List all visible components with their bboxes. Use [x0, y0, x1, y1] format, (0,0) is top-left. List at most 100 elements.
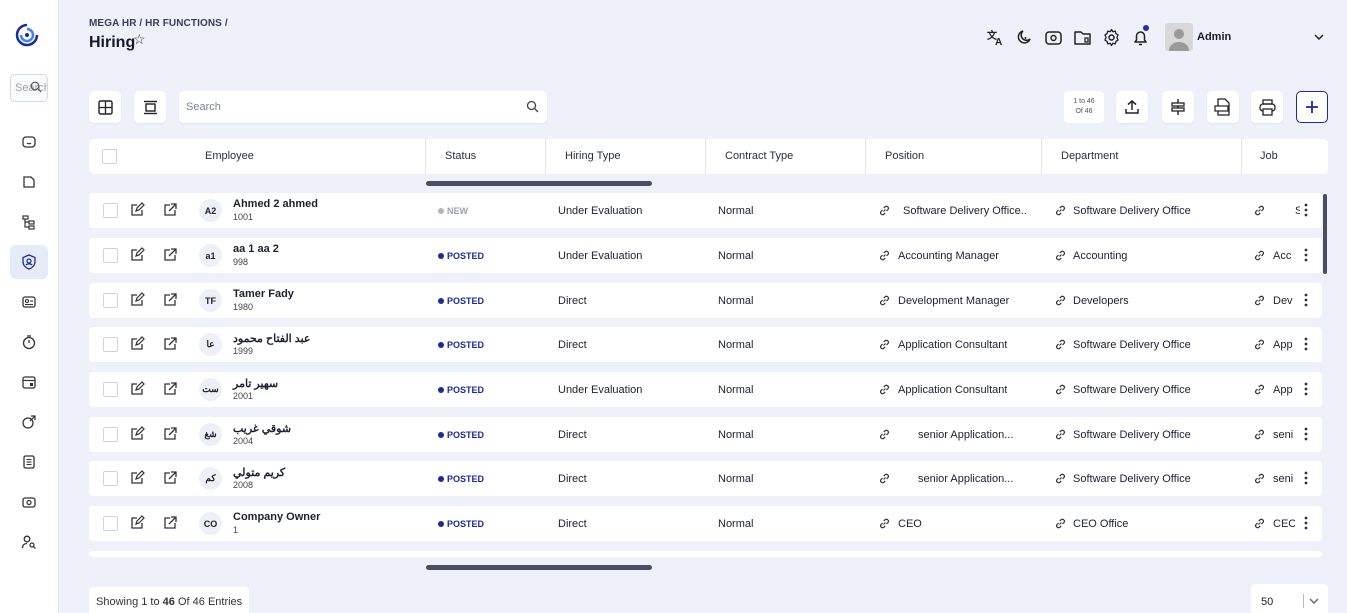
link-icon[interactable] [1054, 294, 1067, 310]
job-cell[interactable]: seni [1273, 429, 1293, 441]
sidebar-item-calendar[interactable] [10, 365, 48, 399]
table-row[interactable]: A2 Ahmed 2 ahmed 1001 NEW Under Evaluation No… [89, 193, 1322, 228]
sidebar-item-camera[interactable] [10, 485, 48, 519]
employee-name[interactable]: كريم متولي [233, 466, 285, 479]
link-icon[interactable] [878, 383, 891, 399]
sidebar-search[interactable]: Search [10, 74, 48, 102]
job-cell[interactable]: S [1295, 205, 1300, 217]
link-icon[interactable] [1054, 383, 1067, 399]
table-row[interactable]: CO Company Owner 1 POSTED Direct Normal CEO CEO… [89, 506, 1322, 541]
more-options-icon[interactable] [1302, 292, 1310, 311]
favorite-star-icon[interactable]: ☆ [133, 31, 146, 48]
employee-name[interactable]: Tamer Fady [233, 288, 294, 300]
edit-icon[interactable] [129, 336, 145, 355]
row-checkbox[interactable] [103, 203, 118, 218]
avatar[interactable] [1165, 23, 1193, 51]
link-icon[interactable] [878, 204, 891, 220]
row-checkbox[interactable] [103, 471, 118, 486]
link-icon[interactable] [1253, 294, 1266, 310]
search-input[interactable] [179, 91, 509, 123]
link-icon[interactable] [878, 428, 891, 444]
position-cell[interactable]: senior Application... [918, 473, 1013, 485]
column-header-hiring-type[interactable]: Hiring Type [565, 150, 620, 162]
department-cell[interactable]: Developers [1073, 295, 1129, 307]
edit-icon[interactable] [129, 470, 145, 489]
column-header-job[interactable]: Job [1260, 150, 1278, 162]
sidebar-item-org-chart[interactable] [10, 205, 48, 239]
link-icon[interactable] [1054, 338, 1067, 354]
search-icon[interactable] [526, 100, 539, 113]
theme-toggle-button[interactable] [1014, 27, 1035, 48]
link-icon[interactable] [878, 338, 891, 354]
link-icon[interactable] [1054, 517, 1067, 533]
export-button[interactable] [1207, 91, 1239, 123]
sidebar-item-folder[interactable] [10, 165, 48, 199]
position-cell[interactable]: Application Consultant [898, 384, 1007, 396]
table-view-button[interactable] [89, 91, 121, 123]
add-button[interactable] [1296, 91, 1328, 123]
translate-button[interactable]: 文A [985, 27, 1006, 48]
job-cell[interactable]: seni [1273, 473, 1293, 485]
edit-icon[interactable] [129, 202, 145, 221]
department-cell[interactable]: Accounting [1073, 250, 1127, 262]
employee-name[interactable]: سهير تامر [233, 377, 278, 390]
camera-button[interactable] [1043, 27, 1064, 48]
edit-icon[interactable] [129, 381, 145, 400]
job-cell[interactable]: Acc [1273, 250, 1291, 262]
job-cell[interactable]: App [1273, 384, 1293, 396]
link-icon[interactable] [878, 294, 891, 310]
link-icon[interactable] [1253, 204, 1266, 220]
sidebar-item-id-card[interactable] [10, 285, 48, 319]
folder-button[interactable] [1072, 27, 1093, 48]
chevron-down-icon[interactable] [1313, 32, 1325, 42]
sidebar-item-hiring[interactable] [10, 245, 48, 279]
card-view-button[interactable] [134, 91, 166, 123]
row-checkbox[interactable] [103, 516, 118, 531]
employee-name[interactable]: Ahmed 2 ahmed [233, 198, 318, 210]
row-checkbox[interactable] [103, 293, 118, 308]
department-cell[interactable]: Software Delivery Office [1073, 473, 1191, 485]
upload-button[interactable] [1116, 91, 1148, 123]
edit-icon[interactable] [129, 426, 145, 445]
sidebar-item-documents[interactable] [10, 445, 48, 479]
row-checkbox[interactable] [103, 427, 118, 442]
sidebar-item-home[interactable] [10, 125, 48, 159]
more-options-icon[interactable] [1302, 381, 1310, 400]
sidebar-item-timer[interactable] [10, 325, 48, 359]
column-header-department[interactable]: Department [1061, 150, 1118, 162]
app-logo[interactable] [14, 22, 40, 48]
open-external-icon[interactable] [162, 292, 178, 311]
employee-name[interactable]: aa 1 aa 2 [233, 243, 279, 255]
table-row[interactable]: a1 aa 1 aa 2 998 POSTED Under Evaluation Norm… [89, 238, 1322, 273]
column-header-employee[interactable]: Employee [205, 150, 254, 162]
table-row[interactable]: كم كريم متولي 2008 POSTED Direct Normal senior… [89, 461, 1322, 496]
link-icon[interactable] [1253, 472, 1266, 488]
table-row[interactable]: TF Tamer Fady 1980 POSTED Direct Normal Develo… [89, 283, 1322, 318]
more-options-icon[interactable] [1302, 470, 1310, 489]
more-options-icon[interactable] [1302, 247, 1310, 266]
position-cell[interactable]: Application Consultant [898, 339, 1007, 351]
breadcrumb[interactable]: MEGA HR / HR FUNCTIONS / [89, 18, 228, 29]
job-cell[interactable]: CEC [1273, 518, 1295, 530]
position-cell[interactable]: Accounting Manager [898, 250, 999, 262]
more-options-icon[interactable] [1302, 336, 1310, 355]
column-header-contract-type[interactable]: Contract Type [725, 150, 793, 162]
notifications-button[interactable] [1130, 25, 1151, 48]
table-row[interactable]: شغ شوقي غريب 2004 POSTED Direct Normal senior … [89, 417, 1322, 452]
column-header-status[interactable]: Status [445, 150, 476, 162]
more-options-icon[interactable] [1302, 426, 1310, 445]
link-icon[interactable] [878, 517, 891, 533]
select-all-checkbox[interactable] [102, 149, 117, 164]
horizontal-scrollbar-top[interactable] [426, 181, 652, 186]
link-icon[interactable] [1054, 249, 1067, 265]
position-cell[interactable]: Software Delivery Office.. [903, 205, 1027, 217]
vertical-scrollbar[interactable] [1323, 194, 1327, 274]
more-options-icon[interactable] [1302, 515, 1310, 534]
link-icon[interactable] [1253, 383, 1266, 399]
more-options-icon[interactable] [1302, 202, 1310, 221]
settings-button[interactable] [1101, 27, 1122, 48]
department-cell[interactable]: Software Delivery Office [1073, 429, 1191, 441]
row-checkbox[interactable] [103, 248, 118, 263]
open-external-icon[interactable] [162, 336, 178, 355]
sidebar-item-payroll[interactable] [10, 405, 48, 439]
